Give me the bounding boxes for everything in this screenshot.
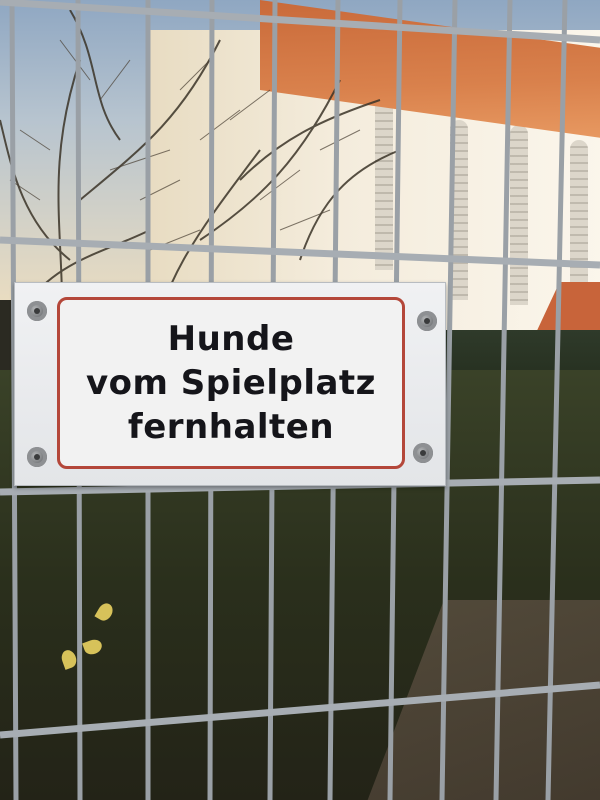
photo-scene: Hunde vom Spielplatz fernhalten bbox=[0, 0, 600, 800]
warning-sign: Hunde vom Spielplatz fernhalten bbox=[14, 282, 446, 486]
sign-line-2: vom Spielplatz bbox=[86, 363, 376, 403]
sign-line-3: fernhalten bbox=[127, 407, 335, 447]
sign-panel: Hunde vom Spielplatz fernhalten bbox=[57, 297, 405, 469]
screw-icon bbox=[27, 447, 47, 467]
screw-icon bbox=[413, 443, 433, 463]
screw-icon bbox=[27, 301, 47, 321]
screw-icon bbox=[417, 311, 437, 331]
sign-line-1: Hunde bbox=[167, 319, 295, 359]
